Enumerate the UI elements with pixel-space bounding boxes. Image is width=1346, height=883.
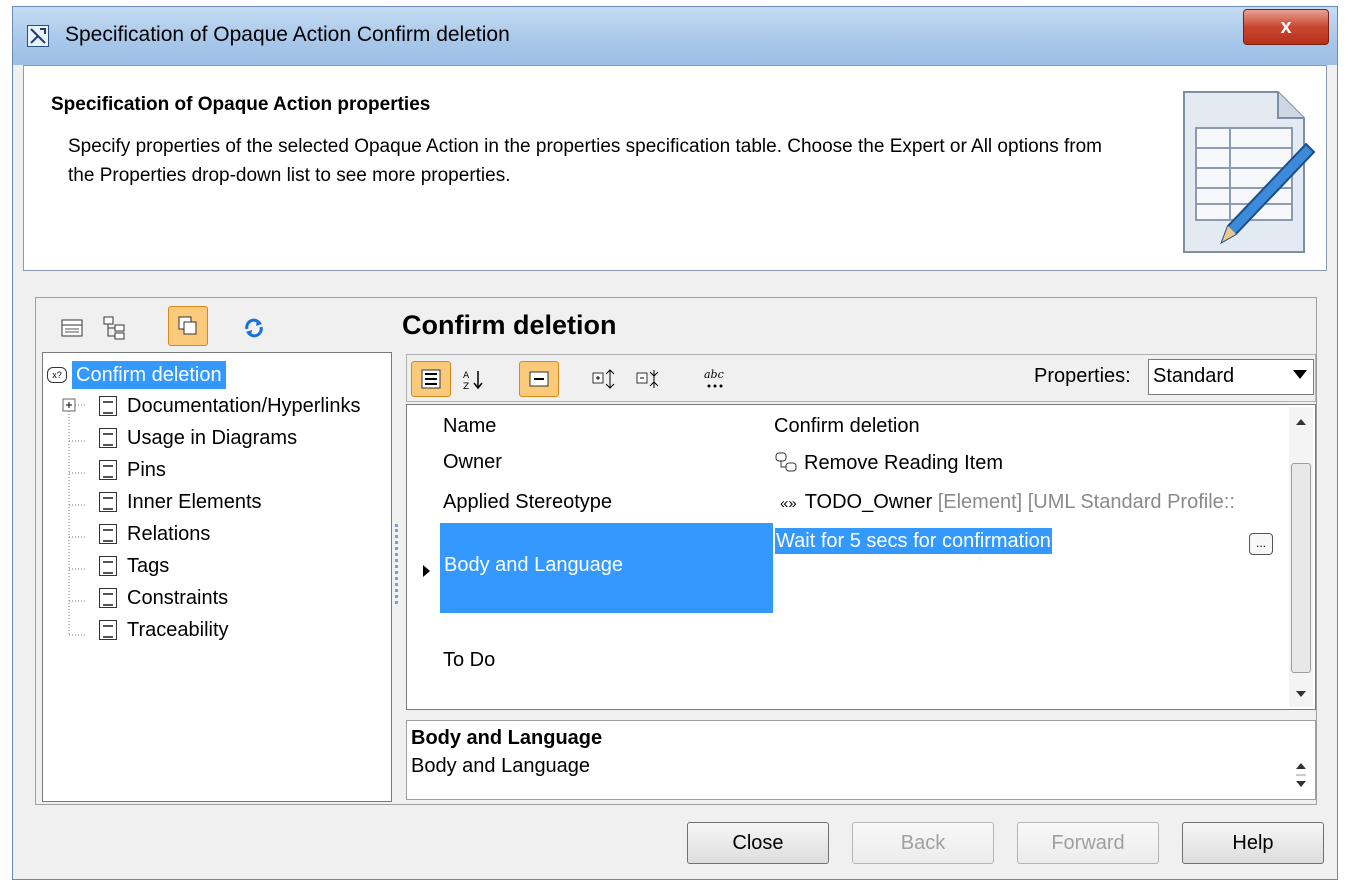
- header-title: Specification of Opaque Action propertie…: [51, 94, 431, 115]
- tree-item-tags[interactable]: Tags: [99, 551, 169, 581]
- property-group-icon: [99, 588, 117, 608]
- property-group-icon: [99, 492, 117, 512]
- tree-item-label: Pins: [127, 458, 166, 481]
- property-value[interactable]: Confirm deletion: [774, 415, 920, 438]
- sort-alphabetical-icon[interactable]: AZ: [453, 361, 493, 397]
- grouped-view-icon[interactable]: [411, 361, 451, 397]
- selected-row-name-cell[interactable]: Body and Language: [440, 523, 773, 613]
- svg-text:abc: abc: [704, 368, 724, 381]
- properties-label: Properties:: [1034, 365, 1131, 387]
- description-spinner-icon[interactable]: [1295, 757, 1307, 793]
- tree-item-documentation[interactable]: Documentation/Hyperlinks: [99, 391, 360, 421]
- tree-item-label: Relations: [127, 522, 211, 545]
- forward-button[interactable]: Forward: [1017, 822, 1159, 864]
- tree-view-icon[interactable]: [96, 308, 136, 348]
- stereotype-icon: «»: [780, 495, 797, 512]
- scroll-thumb[interactable]: [1291, 463, 1311, 673]
- property-value-stereotype[interactable]: «» TODO_Owner [Element] [UML Standard Pro…: [774, 491, 1235, 514]
- dialog-window: Specification of Opaque Action Confirm d…: [12, 6, 1338, 880]
- property-group-icon: [99, 460, 117, 480]
- description-panel: Body and Language Body and Language: [406, 720, 1316, 800]
- panel-splitter[interactable]: [395, 524, 401, 604]
- tree-item-label: Traceability: [127, 618, 229, 641]
- tree-item-relations[interactable]: Relations: [99, 519, 210, 549]
- properties-selected-value: Standard: [1153, 365, 1235, 387]
- header-panel: Specification of Opaque Action propertie…: [23, 65, 1327, 271]
- tree-item-label: Usage in Diagrams: [127, 426, 298, 449]
- edit-ellipsis-button[interactable]: ...: [1249, 533, 1273, 555]
- property-name: Owner: [443, 451, 502, 473]
- property-group-icon: [99, 620, 117, 640]
- window-title: Specification of Opaque Action Confirm d…: [65, 23, 510, 46]
- tree-item-traceability[interactable]: Traceability: [99, 615, 229, 645]
- tree-item-label: Inner Elements: [127, 490, 262, 513]
- tree-item-label: Tags: [127, 554, 170, 577]
- tree-item-label: Constraints: [127, 586, 229, 609]
- svg-text:A: A: [463, 371, 470, 381]
- app-icon: [27, 25, 49, 47]
- tree-item-inner-elements[interactable]: Inner Elements: [99, 487, 262, 517]
- stereotype-suffix: [Element] [UML Standard Profile::: [937, 491, 1235, 513]
- current-row-arrow-icon: [423, 565, 430, 577]
- opaque-action-icon: x?: [47, 367, 67, 383]
- tree-item-label: Documentation/Hyperlinks: [127, 394, 361, 417]
- expand-all-icon[interactable]: [585, 361, 625, 397]
- chevron-down-icon: [1293, 370, 1307, 379]
- properties-grid: Name Confirm deletion Owner Remove Readi…: [406, 404, 1316, 710]
- element-title: Confirm deletion: [402, 310, 617, 340]
- tree-root-item[interactable]: x? Confirm deletion: [47, 361, 226, 389]
- tree-item-usage-in-diagrams[interactable]: Usage in Diagrams: [99, 423, 297, 453]
- main-panel: x? Confirm deletion Documentation/Hyperl…: [35, 297, 1317, 805]
- scroll-down-icon[interactable]: [1296, 691, 1306, 697]
- title-bar[interactable]: Specification of Opaque Action Confirm d…: [13, 7, 1337, 65]
- tree-item-pins[interactable]: Pins: [99, 455, 166, 485]
- description-toggle-icon[interactable]: [519, 361, 559, 397]
- spell-check-icon[interactable]: abc: [695, 361, 735, 397]
- tree-root-label: Confirm deletion: [72, 361, 226, 389]
- help-button[interactable]: Help: [1182, 822, 1324, 864]
- property-name: To Do: [443, 649, 496, 671]
- scroll-up-icon[interactable]: [1296, 419, 1306, 425]
- property-group-icon: [99, 428, 117, 448]
- description-text: Body and Language: [411, 755, 591, 777]
- body-language-value[interactable]: Wait for 5 secs for confirmation: [775, 528, 1052, 554]
- property-name: Body and Language: [444, 554, 624, 576]
- close-button[interactable]: Close: [687, 822, 829, 864]
- tree-item-constraints[interactable]: Constraints: [99, 583, 228, 613]
- description-title: Body and Language: [411, 727, 603, 749]
- copy-icon[interactable]: [168, 306, 208, 346]
- close-window-button[interactable]: x: [1243, 9, 1329, 45]
- properties-dropdown[interactable]: Standard: [1148, 359, 1314, 395]
- properties-toolbar: AZ abc Properties: Standard: [406, 354, 1316, 402]
- property-group-icon: [99, 524, 117, 544]
- document-pencil-icon: [1183, 91, 1316, 253]
- navigation-tree: x? Confirm deletion Documentation/Hyperl…: [42, 352, 392, 802]
- svg-text:Z: Z: [463, 382, 469, 390]
- stereotype-name: TODO_Owner: [804, 491, 933, 513]
- property-group-icon: [99, 556, 117, 576]
- property-value-owner[interactable]: Remove Reading Item: [774, 451, 1003, 475]
- table-view-icon[interactable]: [52, 308, 92, 348]
- back-button[interactable]: Back: [852, 822, 994, 864]
- tree-connector-lines: [62, 398, 87, 636]
- header-description: Specify properties of the selected Opaqu…: [68, 136, 1102, 186]
- refresh-icon[interactable]: [234, 308, 274, 348]
- collapse-all-icon[interactable]: [629, 361, 669, 397]
- property-group-icon: [99, 396, 117, 416]
- property-name: Name: [443, 415, 497, 437]
- grid-scrollbar[interactable]: [1289, 407, 1313, 707]
- owner-value-text: Remove Reading Item: [804, 452, 1003, 474]
- activity-icon: [775, 452, 797, 472]
- property-name: Applied Stereotype: [443, 491, 613, 513]
